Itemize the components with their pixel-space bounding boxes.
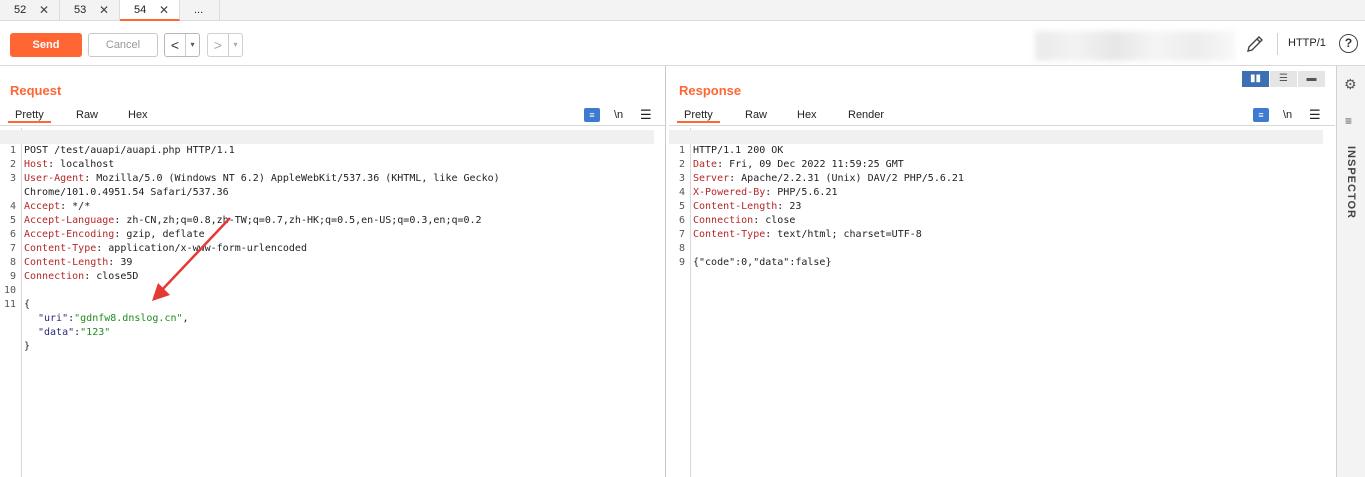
wrap-lines-icon[interactable]: ≡ [584, 108, 600, 122]
tab-label: 54 [134, 4, 147, 16]
close-icon[interactable]: ✕ [159, 0, 169, 20]
newline-toggle-icon[interactable]: \n [614, 109, 623, 121]
request-panel: Request Pretty Raw Hex ≡ \n ☰ 1 POST /tes… [0, 66, 666, 477]
help-icon[interactable]: ? [1339, 34, 1358, 53]
inspector-label[interactable]: INSPECTOR [1345, 146, 1357, 219]
split-horizontal-icon[interactable]: ☰ [1270, 71, 1297, 87]
request-editor[interactable]: 1 POST /test/auapi/auapi.php HTTP/1.1 2 Ho… [0, 128, 665, 477]
code-line: 11{ [3, 299, 31, 310]
code-line: 8 Content-Length: 39 [9, 257, 133, 268]
code-line: 7 Content-Type: text/html; charset=UTF-8 [678, 229, 922, 240]
close-icon[interactable]: ✕ [39, 0, 49, 20]
tab-hex[interactable]: Hex [797, 109, 817, 121]
tab-53[interactable]: 53 ✕ [60, 0, 120, 21]
tab-label: ... [194, 4, 204, 16]
forward-arrow-icon[interactable]: > [208, 34, 228, 56]
menu-icon[interactable]: ☰ [640, 107, 652, 123]
code-line: 10 [3, 285, 16, 296]
tab-label: 53 [74, 4, 87, 16]
code-line: 9 Connection: close5D [9, 271, 139, 282]
code-line: 7 Content-Type: application/x-www-form-ur… [9, 243, 307, 254]
divider [1277, 33, 1278, 55]
code-line: 4 X-Powered-By: PHP/5.6.21 [678, 187, 838, 198]
back-navigation[interactable]: < ▾ [164, 33, 200, 57]
repeater-tab-strip: 52 ✕ 53 ✕ 54 ✕ ... [0, 0, 1365, 21]
tab-render[interactable]: Render [848, 109, 884, 121]
json-line-uri: "uri":"gdnfw8.dnslog.cn", [38, 313, 189, 324]
response-view-tabs: Pretty Raw Hex Render [669, 106, 1335, 126]
split-vertical-icon[interactable]: ▮▮ [1242, 71, 1269, 87]
code-line: 6 Accept-Encoding: gzip, deflate [9, 229, 205, 240]
tab-more[interactable]: ... [180, 0, 220, 21]
code-line: 4 Accept: */* [9, 201, 91, 212]
forward-navigation[interactable]: > ▾ [207, 33, 243, 57]
code-line: 8 [678, 243, 685, 254]
code-line: 2 Date: Fri, 09 Dec 2022 11:59:25 GMT [678, 159, 904, 170]
chevron-down-icon[interactable]: ▾ [185, 34, 199, 56]
menu-icon[interactable]: ☰ [1309, 107, 1321, 123]
newline-toggle-icon[interactable]: \n [1283, 109, 1292, 121]
response-title: Response [679, 83, 742, 98]
tab-hex[interactable]: Hex [128, 109, 148, 121]
json-line-data: "data":"123" [38, 327, 111, 338]
tab-raw[interactable]: Raw [76, 109, 98, 121]
tab-pretty[interactable]: Pretty [677, 109, 720, 123]
tab-52[interactable]: 52 ✕ [0, 0, 60, 21]
request-view-tabs: Pretty Raw Hex [0, 106, 665, 126]
code-line: 3 Server: Apache/2.2.31 (Unix) DAV/2 PHP/… [678, 173, 964, 184]
wrap-lines-icon[interactable]: ≡ [1253, 108, 1269, 122]
response-editor[interactable]: 1 HTTP/1.1 200 OK 2 Date: Fri, 09 Dec 2022… [669, 128, 1335, 477]
json-line-close: } [24, 341, 31, 352]
response-panel: Response Pretty Raw Hex Render ≡ \n ☰ 1H… [669, 66, 1335, 477]
redacted-target [1035, 31, 1235, 61]
code-line: 1 HTTP/1.1 200 OK [669, 130, 1323, 156]
code-line: Chrome/101.0.4951.54 Safari/537.36 [24, 187, 229, 198]
cancel-button[interactable]: Cancel [88, 33, 158, 57]
inspector-sidebar[interactable]: ⚙ ≡ INSPECTOR [1336, 66, 1365, 477]
send-button[interactable]: Send [10, 33, 82, 57]
pencil-icon[interactable] [1244, 33, 1266, 55]
http-version-toggle[interactable]: HTTP/1 [1288, 37, 1326, 49]
tab-label: 52 [14, 4, 27, 16]
toolbar: Send Cancel < ▾ > ▾ HTTP/1 ? [0, 21, 1365, 66]
close-icon[interactable]: ✕ [99, 0, 109, 20]
gear-icon[interactable]: ⚙ [1344, 76, 1357, 93]
chevron-down-icon[interactable]: ▾ [228, 34, 242, 56]
code-line: 3 User-Agent: Mozilla/5.0 (Windows NT 6.2… [9, 173, 500, 184]
tab-pretty[interactable]: Pretty [8, 109, 51, 123]
code-line: 1 POST /test/auapi/auapi.php HTTP/1.1 [0, 130, 654, 156]
request-title: Request [10, 83, 62, 98]
tab-raw[interactable]: Raw [745, 109, 767, 121]
code-line: 5 Accept-Language: zh-CN,zh;q=0.8,zh-TW;q… [9, 215, 482, 226]
list-icon[interactable]: ≡ [1345, 114, 1352, 128]
code-line: 2 Host: localhost [9, 159, 115, 170]
back-arrow-icon[interactable]: < [165, 34, 185, 56]
tab-54[interactable]: 54 ✕ [120, 0, 180, 21]
layout-toggle: ▮▮ ☰ ▬ [1242, 71, 1326, 87]
code-line: 5 Content-Length: 23 [678, 201, 802, 212]
code-line: 9 {"code":0,"data":false} [678, 257, 832, 268]
single-pane-icon[interactable]: ▬ [1298, 71, 1325, 87]
code-line: 6 Connection: close [678, 215, 796, 226]
